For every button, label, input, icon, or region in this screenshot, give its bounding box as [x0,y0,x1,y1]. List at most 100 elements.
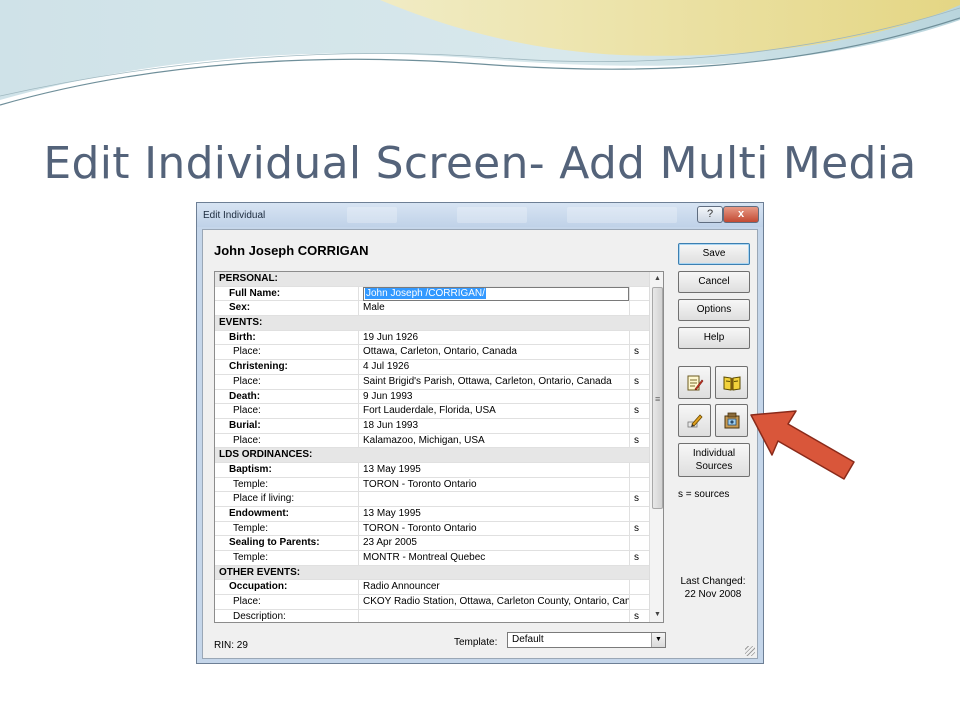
resize-grip-icon[interactable] [745,646,755,656]
grid-row-source-flag[interactable] [631,478,649,492]
grid-row[interactable]: Temple: TORON - Toronto Ontario s [215,521,649,537]
grid-row[interactable]: Occupation: Radio Announcer [215,580,649,596]
grid-row-label: Birth: [215,330,359,345]
grid-row-source-flag[interactable]: s [631,345,649,359]
grid-row-source-flag[interactable] [631,360,649,374]
help-button[interactable]: Help [678,327,750,349]
grid-row-value[interactable] [360,609,630,622]
grid-row[interactable]: Description: s [215,609,649,622]
scroll-up-icon[interactable]: ▲ [650,272,663,286]
grid-scrollbar[interactable]: ▲ ≡ ▼ [649,272,663,622]
grid-row-source-flag[interactable]: s [631,610,649,622]
titlebar-ghost-text [567,207,677,223]
scroll-down-icon[interactable]: ▼ [650,608,663,622]
slide-title: Edit Individual Screen- Add Multi Media [43,138,917,189]
individual-details-grid: PERSONAL: Full Name: John Joseph /CORRIGAN… [214,271,664,623]
grid-row-source-flag[interactable] [631,536,649,550]
grid-row-source-flag[interactable] [631,301,649,315]
save-button[interactable]: Save [678,243,750,265]
grid-row[interactable]: Place: Fort Lauderdale, Florida, USA s [215,404,649,419]
grid-row-value[interactable]: 13 May 1995 [360,462,630,477]
grid-row-source-flag[interactable]: s [631,404,649,418]
grid-row[interactable]: Birth: 19 Jun 1926 [215,330,649,346]
grid-row-value[interactable] [360,492,630,507]
help-title-button[interactable]: ? [697,206,723,223]
grid-row-value[interactable]: 13 May 1995 [360,507,630,521]
grid-row-value[interactable]: Fort Lauderdale, Florida, USA [360,404,630,419]
grid-row-value[interactable]: Kalamazoo, Michigan, USA [360,433,630,448]
grid-row-value[interactable]: 19 Jun 1926 [360,330,630,345]
grid-section-header: LDS ORDINANCES: [215,448,649,463]
grid-row-value[interactable]: TORON - Toronto Ontario [360,477,630,492]
grid-row-source-flag[interactable]: s [631,434,649,448]
grid-row[interactable]: Temple: MONTR - Montreal Quebec s [215,551,649,566]
grid-row-label: Temple: [215,521,359,536]
grid-row-value[interactable]: 18 Jun 1993 [360,418,630,433]
grid-row-label: Place: [215,433,359,448]
grid-row-source-flag[interactable]: s [631,375,649,389]
grid-row-source-flag[interactable] [631,331,649,345]
grid-row-source-flag[interactable]: s [631,551,649,565]
close-button[interactable]: x [723,206,759,223]
grid-row[interactable]: Place: Kalamazoo, Michigan, USA s [215,433,649,449]
grid-row[interactable]: Place if living: s [215,492,649,507]
grid-row-value-cell[interactable]: John Joseph /CORRIGAN/ [360,286,630,301]
grid-row-value[interactable]: CKOY Radio Station, Ottawa, Carleton Cou… [360,595,630,610]
individual-sources-button[interactable]: Individual Sources [678,443,750,477]
multimedia-button[interactable] [715,404,748,437]
red-pointer-arrow-icon [750,410,855,480]
grid-row-label: Baptism: [215,462,359,477]
grid-row-source-flag[interactable] [631,287,649,301]
full-name-input[interactable]: John Joseph /CORRIGAN/ [363,286,629,301]
grid-row-source-flag[interactable] [631,595,649,609]
grid-row-value[interactable]: 9 Jun 1993 [360,389,630,404]
cancel-button[interactable]: Cancel [678,271,750,293]
grid-row-source-flag[interactable]: s [631,522,649,536]
grid-row[interactable]: Christening: 4 Jul 1926 [215,360,649,375]
grid-row-source-flag[interactable] [631,463,649,477]
grid-row[interactable]: Sex: Male [215,301,649,317]
grid-row-source-flag[interactable] [631,507,649,521]
grid-row-source-flag[interactable] [631,419,649,433]
template-select[interactable]: Default ▼ [507,632,666,648]
grid-row[interactable]: Place: CKOY Radio Station, Ottawa, Carlet… [215,595,649,610]
grid-row-value[interactable]: Radio Announcer [360,580,630,595]
grid-section-header: PERSONAL: [215,272,649,287]
grid-row[interactable]: Death: 9 Jun 1993 [215,389,649,405]
grid-rows: PERSONAL: Full Name: John Joseph /CORRIGAN… [215,272,649,622]
window-title: Edit Individual [203,210,266,221]
grid-row-value[interactable]: 23 Apr 2005 [360,536,630,551]
grid-row[interactable]: Sealing to Parents: 23 Apr 2005 [215,536,649,552]
grid-row[interactable]: Burial: 18 Jun 1993 [215,418,649,434]
grid-row-label: Burial: [215,418,359,433]
window-titlebar[interactable]: Edit Individual ? x [197,203,763,227]
grid-row[interactable]: Endowment: 13 May 1995 [215,507,649,522]
grid-row-value[interactable]: MONTR - Montreal Quebec [360,551,630,566]
grid-row-value[interactable]: 4 Jul 1926 [360,360,630,375]
grid-row-value[interactable]: Saint Brigid's Parish, Ottawa, Carleton,… [360,374,630,389]
grid-row[interactable]: Place: Saint Brigid's Parish, Ottawa, Car… [215,374,649,390]
grid-row-value[interactable]: TORON - Toronto Ontario [360,521,630,536]
grid-row-label: Sex: [215,301,359,316]
grid-row-source-flag[interactable] [631,390,649,404]
multimedia-icon [724,412,740,429]
notes-button[interactable] [678,366,711,399]
grid-row-value[interactable]: Male [360,301,630,316]
chevron-down-icon[interactable]: ▼ [651,633,665,647]
grid-row-source-flag[interactable]: s [631,492,649,506]
grid-row[interactable]: Baptism: 13 May 1995 [215,462,649,478]
grid-row[interactable]: Place: Ottawa, Carleton, Ontario, Canada s [215,345,649,361]
grid-row-label: Full Name: [215,286,359,301]
book-button[interactable] [715,366,748,399]
sources-legend: s = sources [678,489,730,500]
edit-button[interactable] [678,404,711,437]
grid-row-label: LDS ORDINANCES: [219,449,313,461]
options-button[interactable]: Options [678,299,750,321]
grid-row-value[interactable]: Ottawa, Carleton, Ontario, Canada [360,345,630,360]
grid-row-label: Temple: [215,551,359,566]
grid-row-source-flag[interactable] [631,580,649,594]
scroll-thumb[interactable]: ≡ [652,287,663,509]
grid-row[interactable]: Temple: TORON - Toronto Ontario [215,477,649,493]
grid-row[interactable]: Full Name: John Joseph /CORRIGAN/ [215,286,649,302]
grid-row-label: Sealing to Parents: [215,536,359,551]
